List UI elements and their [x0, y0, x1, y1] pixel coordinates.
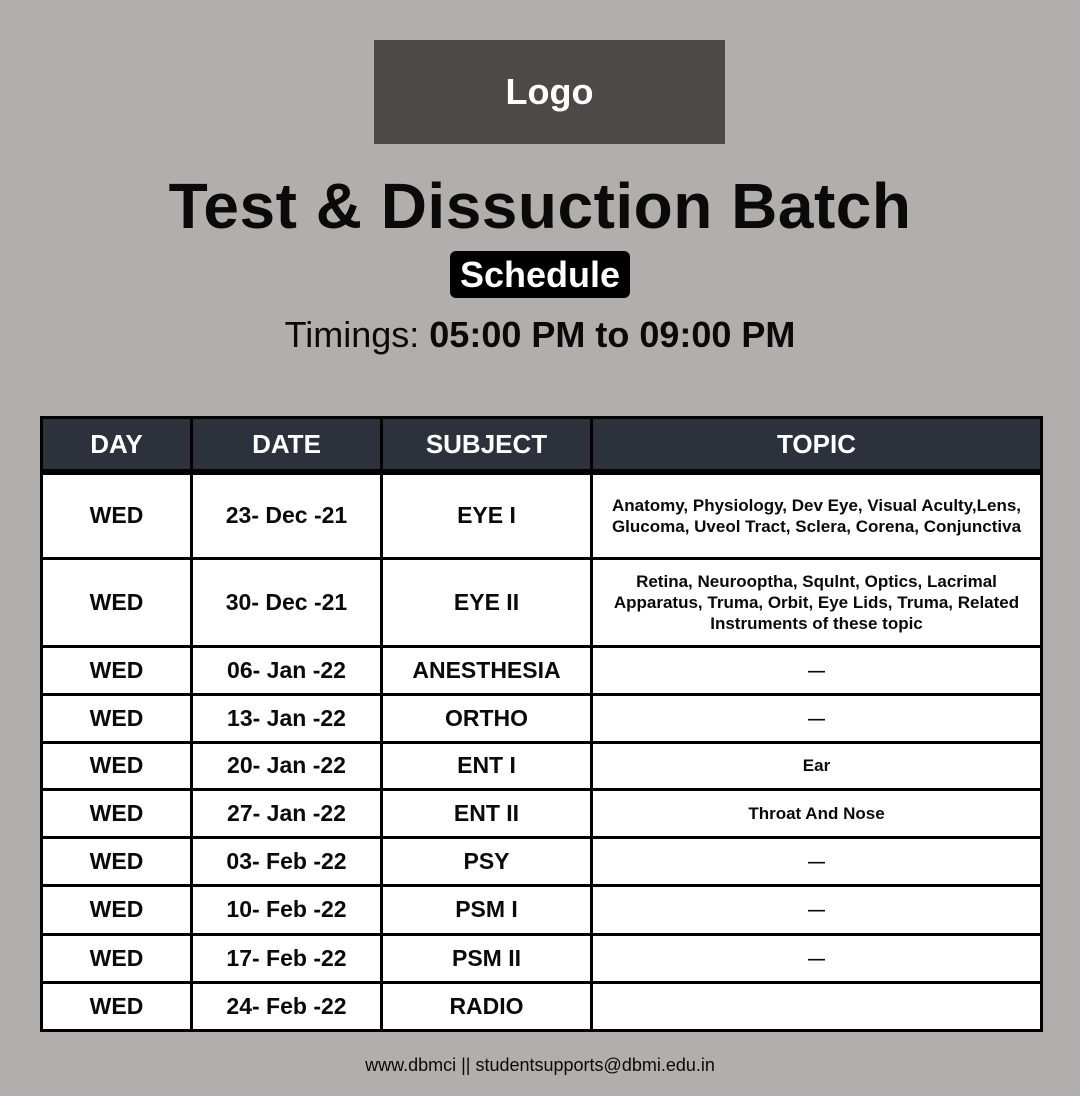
cell-day: WED: [40, 644, 193, 696]
cell-topic: Ear: [590, 740, 1043, 791]
table-row: WED 23- Dec -21 EYE I Anatomy, Physiolog…: [40, 470, 1043, 560]
cell-subject: PSM I: [380, 883, 593, 936]
schedule-badge: Schedule: [449, 251, 631, 298]
cell-topic: —: [590, 644, 1043, 696]
cell-subject: PSM II: [380, 932, 593, 984]
cell-subject: ORTHO: [380, 692, 593, 744]
cell-date: 10- Feb -22: [190, 883, 383, 936]
timings-label: Timings:: [284, 314, 420, 355]
cell-topic: Anatomy, Physiology, Dev Eye, Visual Acu…: [590, 470, 1043, 560]
table-row: WED 03- Feb -22 PSY —: [40, 835, 1043, 887]
cell-date: 30- Dec -21: [190, 556, 383, 648]
table-row: WED 27- Jan -22 ENT II Throat And Nose: [40, 787, 1043, 839]
cell-day: WED: [40, 883, 193, 936]
table-row: WED 13- Jan -22 ORTHO —: [40, 692, 1043, 744]
header-day: DAY: [40, 416, 193, 474]
cell-subject: PSY: [380, 835, 593, 887]
schedule-badge-wrap: Schedule: [0, 251, 1080, 298]
schedule-table: DAY DATE SUBJECT TOPIC WED 23- Dec -21 E…: [40, 416, 1043, 1032]
cell-subject: EYE II: [380, 556, 593, 648]
cell-day: WED: [40, 932, 193, 984]
cell-date: 20- Jan -22: [190, 740, 383, 791]
cell-day: WED: [40, 556, 193, 648]
cell-subject: RADIO: [380, 980, 593, 1032]
cell-topic: —: [590, 692, 1043, 744]
header-topic: TOPIC: [590, 416, 1043, 474]
cell-day: WED: [40, 692, 193, 744]
cell-date: 06- Jan -22: [190, 644, 383, 696]
cell-topic: [590, 980, 1043, 1032]
header-subject: SUBJECT: [380, 416, 593, 474]
table-row: WED 20- Jan -22 ENT I Ear: [40, 740, 1043, 791]
table-row: WED 17- Feb -22 PSM II —: [40, 932, 1043, 984]
header-date: DATE: [190, 416, 383, 474]
cell-topic: —: [590, 883, 1043, 936]
cell-date: 03- Feb -22: [190, 835, 383, 887]
table-row: WED 06- Jan -22 ANESTHESIA —: [40, 644, 1043, 696]
timings-value: 05:00 PM to 09:00 PM: [429, 314, 796, 355]
cell-date: 13- Jan -22: [190, 692, 383, 744]
cell-date: 24- Feb -22: [190, 980, 383, 1032]
cell-day: WED: [40, 835, 193, 887]
cell-date: 23- Dec -21: [190, 470, 383, 560]
timings: Timings: 05:00 PM to 09:00 PM: [0, 312, 1080, 358]
cell-subject: ENT II: [380, 787, 593, 839]
cell-day: WED: [40, 787, 193, 839]
cell-subject: ENT I: [380, 740, 593, 791]
cell-date: 27- Jan -22: [190, 787, 383, 839]
cell-topic: —: [590, 835, 1043, 887]
cell-day: WED: [40, 740, 193, 791]
page-title: Test & Dissuction Batch: [168, 170, 912, 242]
table-row: WED 10- Feb -22 PSM I —: [40, 883, 1043, 936]
cell-topic: —: [590, 932, 1043, 984]
table-header-row: DAY DATE SUBJECT TOPIC: [40, 416, 1043, 474]
cell-topic: Throat And Nose: [590, 787, 1043, 839]
logo: Logo: [374, 40, 725, 144]
cell-subject: ANESTHESIA: [380, 644, 593, 696]
cell-day: WED: [40, 980, 193, 1032]
table-row: WED 24- Feb -22 RADIO: [40, 980, 1043, 1032]
cell-topic: Retina, Neurooptha, Squlnt, Optics, Lacr…: [590, 556, 1043, 648]
cell-day: WED: [40, 470, 193, 560]
footer-contact: www.dbmci || studentsupports@dbmi.edu.in: [365, 1055, 715, 1075]
cell-date: 17- Feb -22: [190, 932, 383, 984]
cell-subject: EYE I: [380, 470, 593, 560]
table-row: WED 30- Dec -21 EYE II Retina, Neuroopth…: [40, 556, 1043, 648]
